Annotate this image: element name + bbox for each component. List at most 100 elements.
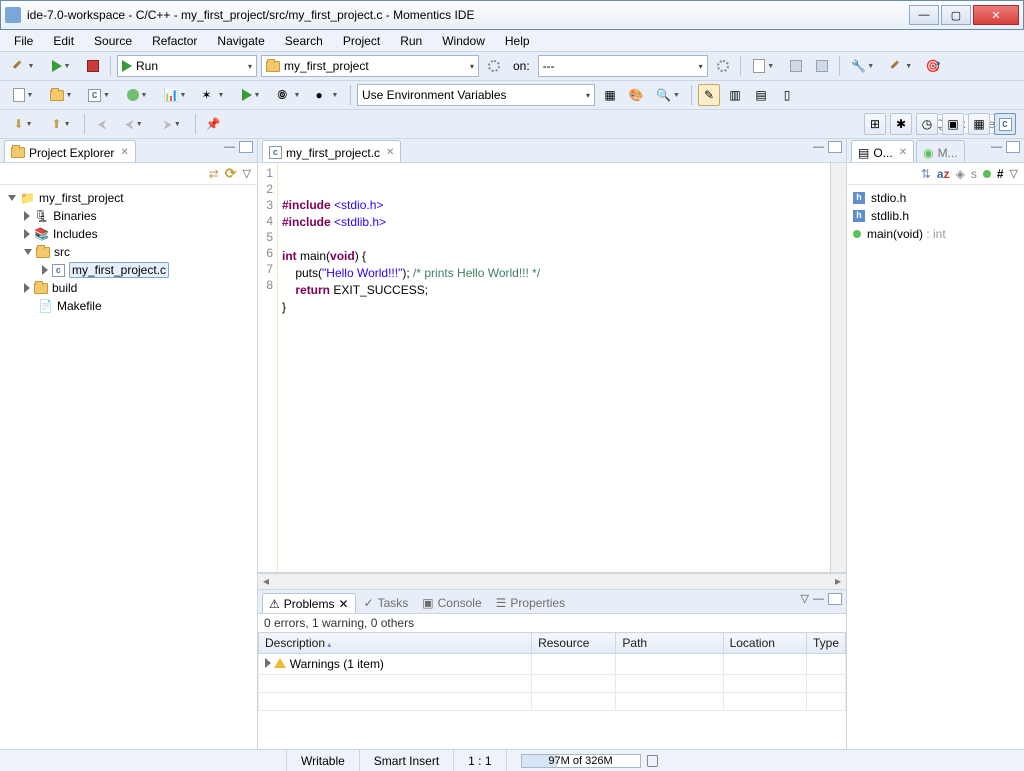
close-icon[interactable]: ✕ [386,147,394,158]
build-targets-button[interactable]: 🎯 [922,55,944,77]
open-perspective-button[interactable]: ⊞ [864,113,886,135]
col-location[interactable]: Location [723,633,806,654]
env-vars-combo[interactable]: Use Environment Variables ▾ [357,84,595,106]
save-button[interactable] [785,55,807,77]
coverage-button[interactable]: ✶▼ [196,84,230,106]
menu-source[interactable]: Source [86,32,140,50]
outline-item[interactable]: h stdio.h [853,189,1018,207]
outline-maximize-button[interactable] [1006,141,1020,153]
expand-icon[interactable] [8,195,16,201]
new-button[interactable]: ▼ [747,55,781,77]
outline-item[interactable]: main(void) : int [853,225,1018,243]
nav-prev-button[interactable]: ⬇▼ [6,113,40,135]
layout-button[interactable]: ▦ [599,84,621,106]
az-button[interactable]: az [937,167,950,181]
project-tree[interactable]: 📁 my_first_project 🗜 Binaries 📚 Includes… [0,185,257,749]
hide-static-button[interactable]: s [971,167,977,181]
tree-binaries[interactable]: 🗜 Binaries [4,207,253,225]
expand-icon[interactable] [24,211,30,221]
tree-src-file[interactable]: c my_first_project.c [4,261,253,279]
table-row[interactable]: Warnings (1 item) [259,654,846,675]
menu-project[interactable]: Project [335,32,388,50]
problems-table[interactable]: Description Resource Path Location Type … [258,632,846,749]
tab-tasks[interactable]: ✓ Tasks [358,593,415,613]
persp-1[interactable]: ✱ [890,113,912,135]
link-editor-button[interactable]: ⟳ [225,165,237,182]
palette-button[interactable]: 🎨 [625,84,647,106]
view-maximize-button[interactable] [239,141,253,153]
tree-build[interactable]: build [4,279,253,297]
tab-editor-file[interactable]: c my_first_project.c ✕ [262,140,401,162]
toggle-1-button[interactable]: ▥ [724,84,746,106]
tab-project-explorer[interactable]: Project Explorer ✕ [4,140,136,162]
col-description[interactable]: Description [259,633,532,654]
col-resource[interactable]: Resource [532,633,616,654]
editor-vscroll[interactable] [830,163,846,572]
target-settings-button[interactable] [712,55,734,77]
save-all-button[interactable] [811,55,833,77]
nav-next-button[interactable]: ⬆▼ [44,113,78,135]
profile-button[interactable]: 📊▼ [158,84,192,106]
collapse-all-button[interactable]: ⇄ [209,167,219,181]
close-icon[interactable]: ✕ [899,147,907,158]
build-all-button[interactable]: 🔧▼ [846,55,880,77]
menu-run[interactable]: Run [392,32,430,50]
expand-icon[interactable] [24,249,32,255]
tab-console[interactable]: ▣ Console [416,593,487,613]
menu-refactor[interactable]: Refactor [144,32,205,50]
tab-outline[interactable]: ▤ O... ✕ [851,140,914,162]
expand-icon[interactable] [265,658,271,668]
launch-config-combo[interactable]: Run ▾ [117,55,257,77]
expand-icon[interactable] [24,229,30,239]
breakpoints-button[interactable]: ●▼ [310,84,344,106]
menu-window[interactable]: Window [434,32,493,50]
build-project-button[interactable]: ▼ [884,55,918,77]
menu-help[interactable]: Help [497,32,538,50]
col-path[interactable]: Path [616,633,723,654]
persp-3[interactable]: ▣ [942,113,964,135]
expand-icon[interactable] [24,283,30,293]
minimize-button[interactable]: ― [909,5,939,25]
toggle-2-button[interactable]: ▤ [750,84,772,106]
group-button[interactable] [983,170,991,178]
menu-search[interactable]: Search [277,32,331,50]
close-icon[interactable]: ✕ [338,597,348,611]
persp-2[interactable]: ◷ [916,113,938,135]
tree-root[interactable]: 📁 my_first_project [4,189,253,207]
editor-code[interactable]: #include <stdio.h> #include <stdlib.h> i… [278,163,830,572]
search-button[interactable]: 🔍▼ [651,84,685,106]
stop-button[interactable] [82,55,104,77]
toggle-3-button[interactable]: ▯ [776,84,798,106]
new-class-button[interactable]: C▼ [82,84,116,106]
new-folder-button[interactable]: ▼ [44,84,78,106]
gc-button[interactable] [647,755,658,767]
editor-hscroll[interactable]: ◂▸ [258,573,846,589]
ext-tools-button[interactable]: 🞋▼ [272,84,306,106]
tree-includes[interactable]: 📚 Includes [4,225,253,243]
debug-button[interactable]: ▼ [120,84,154,106]
tab-properties[interactable]: ☰ Properties [490,593,571,613]
outline-menu-button[interactable]: ▽ [1010,167,1018,180]
run-button[interactable]: ▼ [44,55,78,77]
view-minimize-button[interactable]: ― [224,141,235,153]
persp-4[interactable]: ▦ [968,113,990,135]
menu-file[interactable]: File [6,32,41,50]
col-type[interactable]: Type [806,633,845,654]
menu-edit[interactable]: Edit [45,32,82,50]
annotation-button[interactable]: ✎ [698,84,720,106]
project-combo[interactable]: my_first_project ▾ [261,55,479,77]
target-combo[interactable]: --- ▾ [538,55,708,77]
code-editor[interactable]: 12345678 #include <stdio.h> #include <st… [258,163,846,573]
outline-tree[interactable]: h stdio.h h stdlib.h main(void) : int [847,185,1024,749]
new-cproj-button[interactable]: ▼ [6,84,40,106]
tree-makefile[interactable]: 📄 Makefile [4,297,253,315]
close-icon[interactable]: ✕ [120,147,128,158]
nav-back-hist-button[interactable]: ⮜▼ [117,113,151,135]
nav-fwd-hist-button[interactable]: ⮞▼ [155,113,189,135]
tab-make[interactable]: ◉ M... [916,140,964,162]
bottom-maximize-button[interactable] [828,593,842,605]
build-button[interactable]: ▼ [6,55,40,77]
nav-back-button[interactable]: ⮜ [91,113,113,135]
maximize-button[interactable]: ▢ [941,5,971,25]
outline-minimize-button[interactable]: ― [991,141,1002,153]
